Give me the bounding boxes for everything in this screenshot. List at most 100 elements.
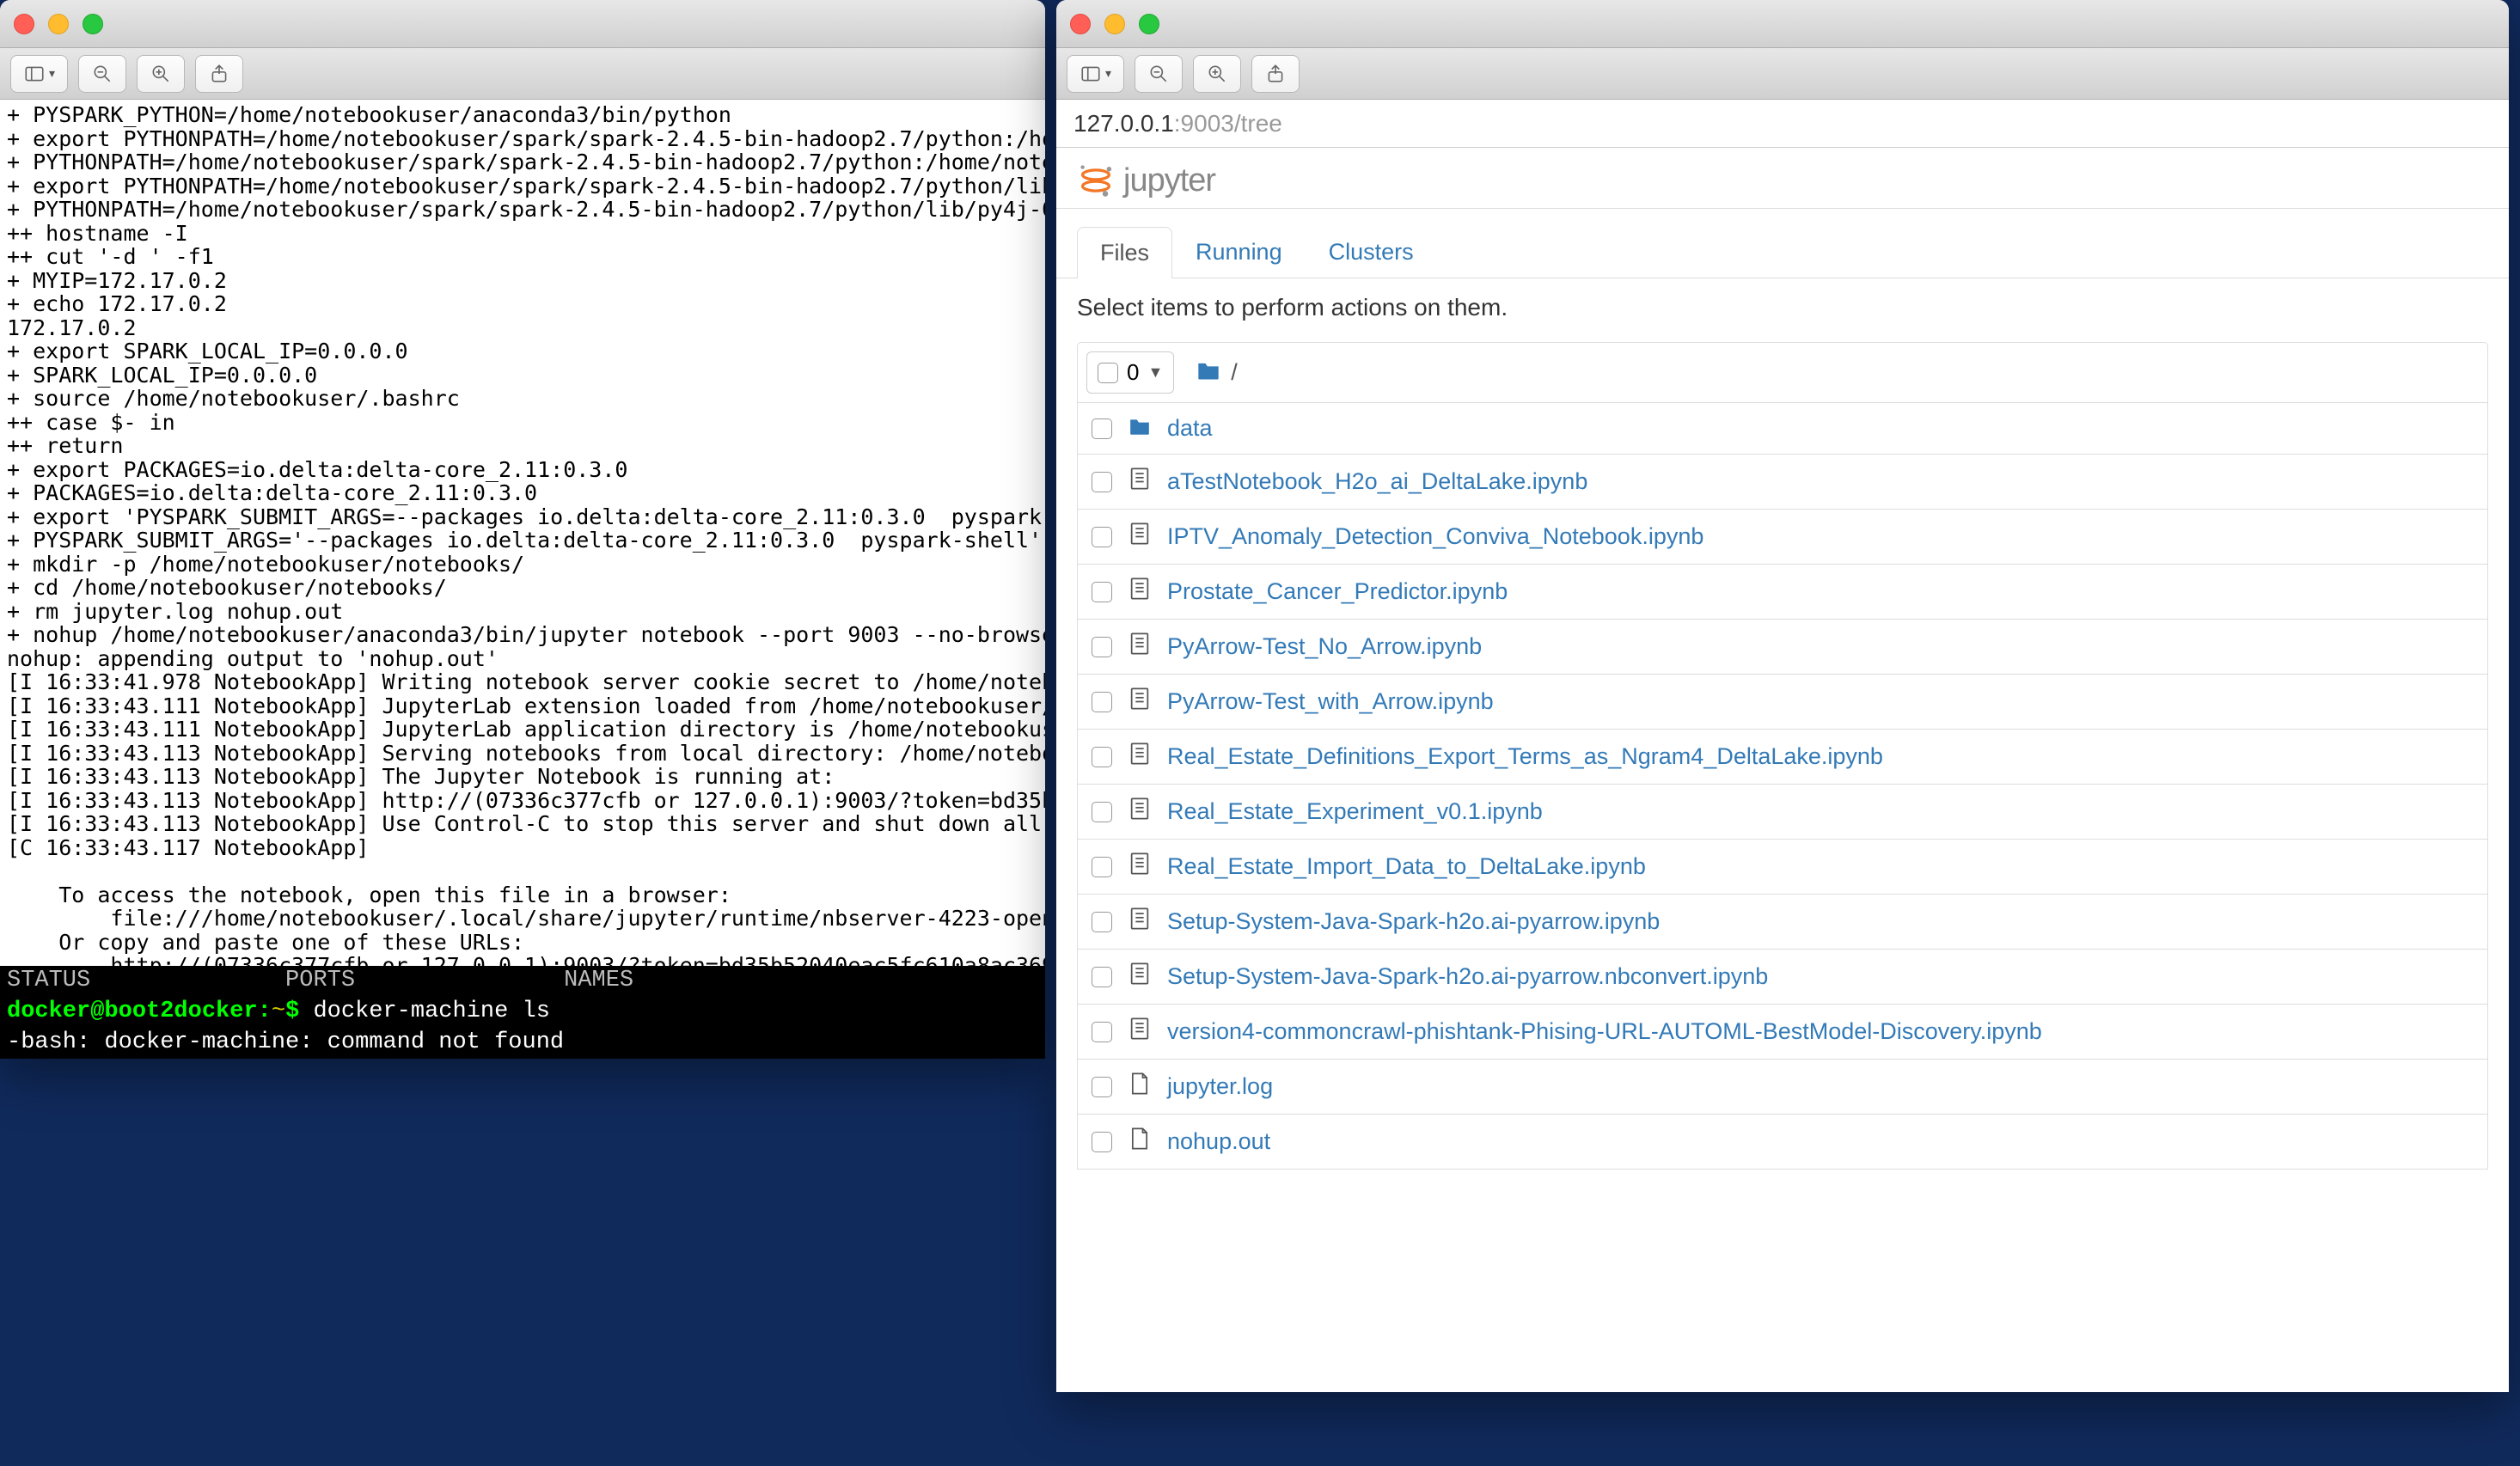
toolbar: ▾: [1056, 48, 2509, 100]
file-link[interactable]: jupyter.log: [1167, 1073, 1273, 1100]
notebook-icon: [1128, 522, 1152, 552]
file-link[interactable]: IPTV_Anomaly_Detection_Conviva_Notebook.…: [1167, 523, 1703, 550]
file-icon: [1128, 1072, 1152, 1102]
row-checkbox[interactable]: [1092, 747, 1112, 767]
close-button[interactable]: [1070, 14, 1091, 34]
traffic-lights: [14, 14, 103, 34]
share-button[interactable]: [195, 55, 243, 93]
file-row: Setup-System-Java-Spark-h2o.ai-pyarrow.i…: [1077, 895, 2488, 950]
notebook-icon: [1128, 907, 1152, 937]
folder-icon: [1128, 415, 1152, 442]
tab-running[interactable]: Running: [1172, 226, 1306, 278]
file-link[interactable]: Setup-System-Java-Spark-h2o.ai-pyarrow.i…: [1167, 908, 1660, 935]
file-link[interactable]: version4-commoncrawl-phishtank-Phising-U…: [1167, 1018, 2042, 1045]
file-link[interactable]: PyArrow-Test_No_Arrow.ipynb: [1167, 633, 1482, 660]
zoom-out-button[interactable]: [1135, 55, 1183, 93]
file-row: Setup-System-Java-Spark-h2o.ai-pyarrow.n…: [1077, 950, 2488, 1005]
traffic-lights: [1070, 14, 1159, 34]
notebook-icon: [1128, 577, 1152, 607]
notebook-icon: [1128, 962, 1152, 992]
file-row: Prostate_Cancer_Predictor.ipynb: [1077, 565, 2488, 620]
file-row: IPTV_Anomaly_Detection_Conviva_Notebook.…: [1077, 510, 2488, 565]
zoom-in-button[interactable]: [1193, 55, 1241, 93]
row-checkbox[interactable]: [1092, 418, 1112, 439]
url-host: 127.0.0.1: [1073, 110, 1174, 137]
close-button[interactable]: [14, 14, 34, 34]
file-link[interactable]: aTestNotebook_H2o_ai_DeltaLake.ipynb: [1167, 468, 1587, 495]
row-checkbox[interactable]: [1092, 582, 1112, 602]
row-checkbox[interactable]: [1092, 1132, 1112, 1152]
notebook-icon: [1128, 632, 1152, 662]
zoom-in-button[interactable]: [137, 55, 185, 93]
share-button[interactable]: [1251, 55, 1300, 93]
file-row: PyArrow-Test_with_Arrow.ipynb: [1077, 675, 2488, 730]
file-row: version4-commoncrawl-phishtank-Phising-U…: [1077, 1005, 2488, 1060]
jupyter-logo[interactable]: jupyter: [1077, 162, 1215, 199]
maximize-button[interactable]: [1139, 14, 1159, 34]
file-link[interactable]: nohup.out: [1167, 1128, 1270, 1155]
chevron-down-icon[interactable]: ▼: [1147, 363, 1163, 382]
terminal-output-top[interactable]: + PYSPARK_PYTHON=/home/notebookuser/anac…: [0, 100, 1045, 966]
zoom-out-button[interactable]: [78, 55, 126, 93]
url-bar[interactable]: 127.0.0.1:9003/tree: [1056, 100, 2509, 148]
file-row: jupyter.log: [1077, 1060, 2488, 1115]
notebook-icon: [1128, 687, 1152, 717]
select-count: 0: [1127, 359, 1139, 386]
jupyter-logo-text: jupyter: [1123, 162, 1215, 199]
browser-window: ▾ 127.0.0.1:9003/tree jupyter FilesRunni…: [1056, 0, 2509, 1392]
action-text: Select items to perform actions on them.: [1056, 278, 2509, 342]
file-row: PyArrow-Test_No_Arrow.ipynb: [1077, 620, 2488, 675]
file-link[interactable]: Prostate_Cancer_Predictor.ipynb: [1167, 578, 1508, 605]
select-all-control[interactable]: 0 ▼: [1086, 351, 1174, 394]
file-link[interactable]: Real_Estate_Experiment_v0.1.ipynb: [1167, 798, 1543, 825]
file-row: Real_Estate_Import_Data_to_DeltaLake.ipy…: [1077, 840, 2488, 895]
url-rest: :9003/tree: [1174, 110, 1282, 137]
file-link[interactable]: Real_Estate_Import_Data_to_DeltaLake.ipy…: [1167, 853, 1646, 880]
row-checkbox[interactable]: [1092, 527, 1112, 547]
row-checkbox[interactable]: [1092, 802, 1112, 822]
select-all-checkbox[interactable]: [1098, 363, 1118, 383]
file-row: aTestNotebook_H2o_ai_DeltaLake.ipynb: [1077, 455, 2488, 510]
file-row: data: [1077, 403, 2488, 455]
file-link[interactable]: Real_Estate_Definitions_Export_Terms_as_…: [1167, 743, 1883, 770]
row-checkbox[interactable]: [1092, 1022, 1112, 1042]
notebook-icon: [1128, 852, 1152, 882]
tabs: FilesRunningClusters: [1056, 209, 2509, 278]
notebook-icon: [1128, 742, 1152, 772]
terminal-output-bottom[interactable]: STATUS PORTS NAMESdocker@boot2docker:~$ …: [0, 966, 1045, 1059]
row-checkbox[interactable]: [1092, 472, 1112, 492]
file-row: Real_Estate_Experiment_v0.1.ipynb: [1077, 785, 2488, 840]
row-checkbox[interactable]: [1092, 857, 1112, 877]
file-row: Real_Estate_Definitions_Export_Terms_as_…: [1077, 730, 2488, 785]
file-row: nohup.out: [1077, 1115, 2488, 1170]
tab-files[interactable]: Files: [1077, 227, 1172, 278]
file-list-container: 0 ▼ / data aTestNotebook_H2o_ai_DeltaLak…: [1056, 342, 2509, 1170]
titlebar: [0, 0, 1045, 48]
breadcrumb[interactable]: /: [1231, 359, 1238, 386]
tab-clusters[interactable]: Clusters: [1306, 226, 1437, 278]
row-checkbox[interactable]: [1092, 692, 1112, 712]
maximize-button[interactable]: [83, 14, 103, 34]
file-link[interactable]: data: [1167, 415, 1213, 442]
minimize-button[interactable]: [48, 14, 69, 34]
folder-icon[interactable]: [1196, 358, 1220, 388]
row-checkbox[interactable]: [1092, 1077, 1112, 1097]
notebook-icon: [1128, 797, 1152, 827]
titlebar: [1056, 0, 2509, 48]
file-icon: [1128, 1127, 1152, 1157]
notebook-icon: [1128, 1017, 1152, 1047]
row-checkbox[interactable]: [1092, 912, 1112, 932]
file-link[interactable]: Setup-System-Java-Spark-h2o.ai-pyarrow.n…: [1167, 963, 1768, 990]
file-list-header: 0 ▼ /: [1077, 342, 2488, 403]
row-checkbox[interactable]: [1092, 637, 1112, 657]
sidebar-toggle-button[interactable]: ▾: [1067, 55, 1124, 93]
toolbar: ▾: [0, 48, 1045, 100]
jupyter-header: jupyter: [1056, 148, 2509, 209]
notebook-icon: [1128, 467, 1152, 497]
minimize-button[interactable]: [1104, 14, 1125, 34]
sidebar-toggle-button[interactable]: ▾: [10, 55, 68, 93]
terminal-window: ▾ + PYSPARK_PYTHON=/home/notebookuser/an…: [0, 0, 1045, 1059]
file-list: data aTestNotebook_H2o_ai_DeltaLake.ipyn…: [1077, 403, 2488, 1170]
file-link[interactable]: PyArrow-Test_with_Arrow.ipynb: [1167, 688, 1494, 715]
row-checkbox[interactable]: [1092, 967, 1112, 987]
